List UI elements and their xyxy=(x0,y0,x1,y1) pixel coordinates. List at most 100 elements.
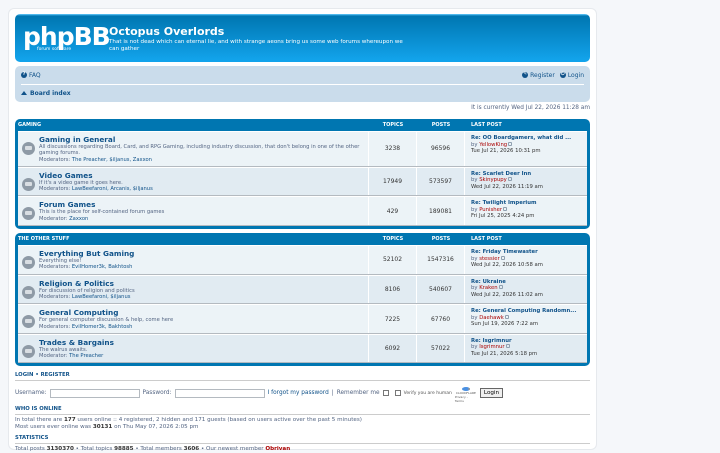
site-header: phpBB forum software Octopus Overlords T… xyxy=(15,14,590,62)
forum-link[interactable]: Forum Games xyxy=(39,200,164,209)
statistics-title: STATISTICS xyxy=(15,435,590,445)
forum-text: Trades & Bargains The walrus awaits. Mod… xyxy=(39,338,114,360)
logo-text: phpBB xyxy=(23,21,111,51)
view-latest-post-icon[interactable] xyxy=(498,285,503,290)
forum-link[interactable]: Gaming in General xyxy=(39,135,364,144)
newest-member-link[interactable]: Obrivan xyxy=(265,446,290,452)
forum-row: General Computing For general computer d… xyxy=(18,304,587,334)
site-description: That is not dead which can eternal lie, … xyxy=(109,39,403,52)
moderator-links[interactable]: Zaxxon xyxy=(69,216,88,222)
topics-column-header: TOPICS xyxy=(382,236,404,243)
moderator-links[interactable]: EvilHomer3k, Bakhtosh xyxy=(72,324,133,330)
forum-link[interactable]: General Computing xyxy=(39,308,173,317)
topics-count: 17949 xyxy=(369,167,417,196)
record-pre: Most users ever online was xyxy=(15,424,92,431)
view-latest-post-icon[interactable] xyxy=(503,206,508,211)
forum-moderators: Moderators: LawBeefaroni, Arcanis, $ilja… xyxy=(39,186,153,192)
view-latest-post-icon[interactable] xyxy=(504,314,509,319)
remember-me-checkbox[interactable] xyxy=(382,390,389,397)
author-link[interactable]: Daehawk xyxy=(479,315,504,321)
author-link[interactable]: Punisher xyxy=(479,207,502,213)
topics-count: 52102 xyxy=(369,246,417,274)
posts-count: 67760 xyxy=(417,305,465,333)
password-label: Password: xyxy=(142,390,172,397)
topics-count: 3238 xyxy=(369,132,417,166)
forum-read-icon xyxy=(22,315,35,329)
moderator-links[interactable]: LawBeefaroni, Arcanis, $iljanus xyxy=(72,186,153,192)
site-title: Octopus Overlords xyxy=(109,25,225,38)
username-input[interactable] xyxy=(49,388,140,398)
author-link[interactable]: Isgrimnur xyxy=(479,344,504,350)
forum-link[interactable]: Video Games xyxy=(39,171,153,180)
moderators-label: Moderator: xyxy=(39,215,68,222)
view-latest-post-icon[interactable] xyxy=(508,141,513,146)
who-online-body: In total there are 177 users online :: 4… xyxy=(15,417,590,431)
forgot-password-link[interactable]: I forgot my password xyxy=(268,390,329,396)
author-link[interactable]: YellowKing xyxy=(479,142,507,148)
category-title[interactable]: THE OTHER STUFF xyxy=(18,236,369,242)
author-link[interactable]: stessier xyxy=(479,256,500,262)
site-logo[interactable]: phpBB forum software xyxy=(23,19,111,57)
category-title[interactable]: GAMING xyxy=(18,122,369,128)
forum-read-icon xyxy=(22,344,35,358)
moderator-links[interactable]: LawBeefaroni, $iljanus xyxy=(72,294,131,300)
last-post: Re: Twilight Imperium by Punisher Fri Ju… xyxy=(465,197,587,225)
username-label: Username: xyxy=(15,390,47,397)
forum-link[interactable]: Trades & Bargains xyxy=(39,338,114,347)
posts-count: 1547316 xyxy=(417,246,465,274)
captcha-links[interactable]: Privacy - Terms xyxy=(455,395,477,403)
moderator-links[interactable]: The Preacher xyxy=(69,353,103,359)
pipe-separator: | xyxy=(331,390,334,397)
online-pre: In total there are xyxy=(15,417,63,424)
captcha-logo: CLOUDFLARE Privacy - Terms xyxy=(455,387,477,403)
moderator-links[interactable]: EvilHomer3k, Bakhtosh xyxy=(72,264,133,270)
by-label: by xyxy=(471,206,478,213)
faq-link[interactable]: ? FAQ xyxy=(21,72,41,79)
view-latest-post-icon[interactable] xyxy=(500,255,505,260)
forum-read-icon xyxy=(22,285,35,299)
forum-text: General Computing For general computer d… xyxy=(39,308,173,330)
moderators-label: Moderator: xyxy=(39,353,68,360)
forum-moderators: Moderator: Zaxxon xyxy=(39,216,164,222)
author-link[interactable]: Skinypupy xyxy=(479,177,507,183)
captcha-label: Verify you are human xyxy=(403,390,452,396)
by-label: by xyxy=(471,314,478,321)
register-link[interactable]: ✎ Register xyxy=(522,72,555,79)
moderators-label: Moderators: xyxy=(39,264,71,271)
last-post-date: Wed Jul 22, 2026 11:02 am xyxy=(471,291,543,298)
navbar: ? FAQ ✎ Register ⏻ Login Board index xyxy=(15,66,590,102)
current-time: It is currently Wed Jul 22, 2026 11:28 a… xyxy=(471,105,590,111)
author-link[interactable]: Kraken xyxy=(479,285,497,291)
who-online-title[interactable]: WHO IS ONLINE xyxy=(15,406,590,416)
board-index-label: Board index xyxy=(30,90,71,97)
last-post-author: by Isgrimnur xyxy=(471,344,505,350)
power-icon: ⏻ xyxy=(559,72,566,78)
heading-separator: • xyxy=(35,372,39,379)
last-post: Re: Isgrimnur by Isgrimnur Tue Jul 21, 2… xyxy=(465,335,587,363)
last-post-author: by YellowKing xyxy=(471,142,507,148)
forum-row: Gaming in General All discussions regard… xyxy=(18,131,587,167)
moderator-links[interactable]: The Preacher, $iljanus, Zaxxon xyxy=(72,157,152,163)
total-posts-label: Total posts xyxy=(15,446,45,453)
category-gaming: GAMING TOPICS POSTS LAST POST Gaming in … xyxy=(15,119,590,230)
login-button[interactable]: Login xyxy=(479,388,504,399)
total-topics: 98885 xyxy=(114,446,134,453)
register-heading-link[interactable]: REGISTER xyxy=(41,372,70,378)
login-heading-link[interactable]: LOGIN xyxy=(15,372,33,378)
forum-moderators: Moderators: The Preacher, $iljanus, Zaxx… xyxy=(39,157,364,163)
password-input[interactable] xyxy=(174,388,265,398)
register-label: Register xyxy=(530,71,555,79)
view-latest-post-icon[interactable] xyxy=(505,344,510,349)
forum-link[interactable]: Religion & Politics xyxy=(39,279,135,288)
moderators-label: Moderators: xyxy=(39,323,71,330)
view-latest-post-icon[interactable] xyxy=(507,177,512,182)
navbar-top-row: ? FAQ ✎ Register ⏻ Login xyxy=(21,66,584,84)
forum-link[interactable]: Everything But Gaming xyxy=(39,249,134,258)
moderators-label: Moderators: xyxy=(39,293,71,300)
last-post-author: by Kraken xyxy=(471,285,498,291)
forum-text: Video Games If it's a video game it goes… xyxy=(39,171,153,193)
last-post-author: by Daehawk xyxy=(471,315,504,321)
login-link[interactable]: ⏻ Login xyxy=(559,72,584,79)
breadcrumb-board-index[interactable]: Board index xyxy=(21,90,71,97)
captcha-checkbox[interactable] xyxy=(394,390,401,397)
